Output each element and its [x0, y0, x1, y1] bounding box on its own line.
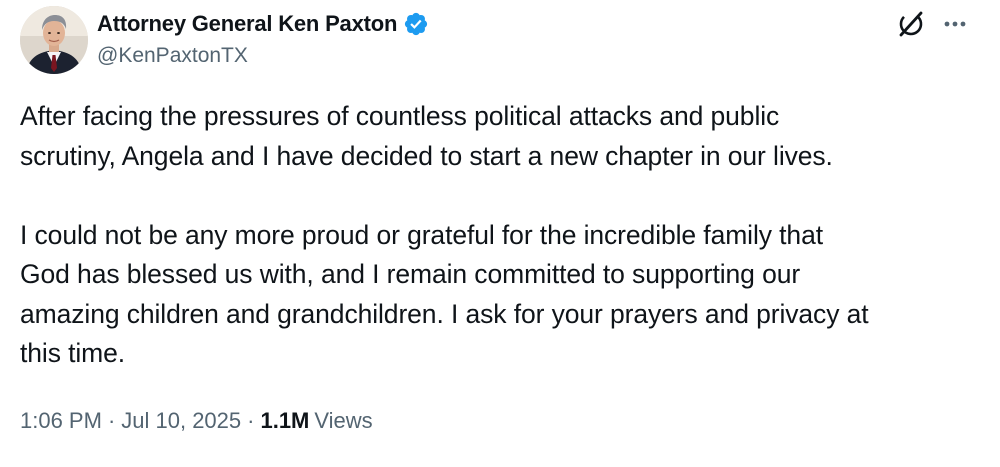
- verified-badge-icon: [403, 11, 429, 37]
- tweet: Attorney General Ken Paxton @KenPaxtonTX…: [0, 0, 1000, 467]
- avatar[interactable]: [20, 6, 88, 74]
- author-name-row: Attorney General Ken Paxton: [97, 9, 429, 39]
- tweet-text: After facing the pressures of countless …: [20, 97, 980, 374]
- avatar-image: [20, 6, 88, 74]
- grok-icon[interactable]: [897, 10, 925, 38]
- tweet-date[interactable]: Jul 10, 2025: [121, 408, 241, 434]
- views-label: Views: [314, 408, 373, 433]
- tweet-paragraph: After facing the pressures of countless …: [20, 101, 833, 171]
- separator: ·: [107, 408, 116, 433]
- tweet-metadata: 1:06 PM · Jul 10, 2025 · 1.1M Views: [20, 408, 373, 434]
- more-options-icon[interactable]: [940, 10, 970, 38]
- tweet-paragraph: I could not be any more proud or gratefu…: [20, 219, 869, 369]
- tweet-time[interactable]: 1:06 PM: [20, 408, 102, 434]
- separator: ·: [247, 408, 255, 433]
- author-handle[interactable]: @KenPaxtonTX: [97, 44, 248, 68]
- views-count[interactable]: 1.1M: [260, 408, 309, 434]
- display-name[interactable]: Attorney General Ken Paxton: [97, 11, 397, 37]
